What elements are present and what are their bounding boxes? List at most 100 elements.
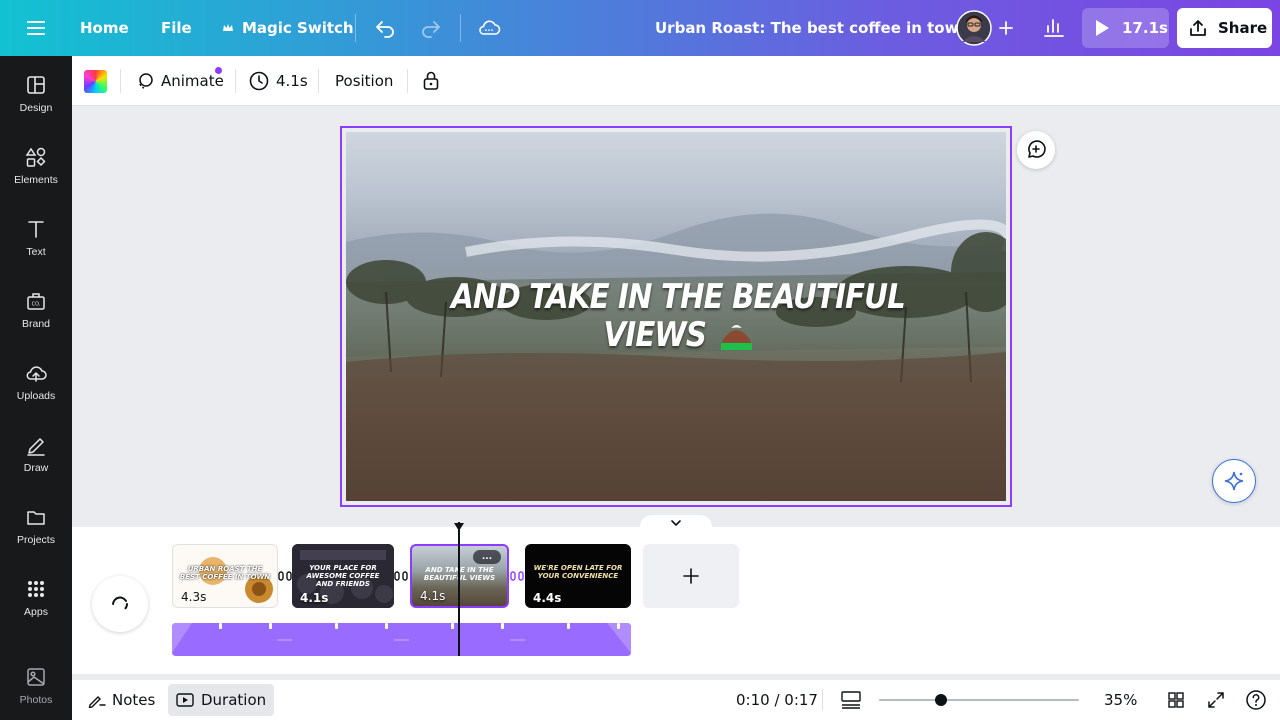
help-icon[interactable] bbox=[1245, 680, 1267, 720]
brand-icon: CO. bbox=[25, 288, 47, 314]
magic-switch-button[interactable]: Magic Switch bbox=[222, 0, 354, 56]
clip-duration: 4.3s bbox=[181, 590, 207, 604]
clip-duration: 4.1s bbox=[420, 589, 446, 603]
loading-spinner bbox=[92, 576, 148, 632]
fullscreen-icon[interactable] bbox=[1206, 680, 1226, 720]
clock-icon bbox=[248, 70, 270, 92]
sidebar-item-label: Elements bbox=[14, 174, 58, 186]
redo-icon[interactable] bbox=[419, 0, 443, 56]
share-label: Share bbox=[1218, 19, 1268, 37]
transition-icon[interactable] bbox=[278, 569, 292, 583]
share-button[interactable]: Share bbox=[1177, 8, 1272, 48]
timeline-clip-1[interactable]: URBAN ROAST THE BEST COFFEE IN TOWN 4.3s bbox=[172, 544, 278, 608]
timing-label: 4.1s bbox=[276, 72, 308, 90]
insights-chart-icon[interactable] bbox=[1040, 0, 1068, 56]
sidebar-item-elements[interactable]: Elements bbox=[0, 144, 72, 208]
page-view-icon[interactable] bbox=[840, 680, 862, 720]
sidebar-item-uploads[interactable]: Uploads bbox=[0, 360, 72, 424]
shapes-icon bbox=[25, 144, 47, 170]
notes-label: Notes bbox=[112, 691, 156, 709]
top-bar: Home File Magic Switch Urban Roast: The … bbox=[0, 0, 1280, 56]
more-dots-icon: ... bbox=[481, 552, 493, 562]
color-picker-button[interactable] bbox=[84, 56, 107, 106]
timeline-clip-2[interactable]: YOUR PLACE FOR AWESOME COFFEE AND FRIEND… bbox=[292, 544, 394, 608]
timeline-clip-4[interactable]: WE'RE OPEN LATE FOR YOUR CONVENIENCE 4.4… bbox=[525, 544, 631, 608]
play-box-icon bbox=[176, 692, 194, 708]
sidebar-item-photos[interactable]: Photos bbox=[0, 664, 72, 720]
sidebar-item-label: Uploads bbox=[16, 390, 56, 402]
play-preview-button[interactable]: 17.1s bbox=[1082, 8, 1169, 48]
sidebar-item-brand[interactable]: CO. Brand bbox=[0, 288, 72, 352]
left-sidebar: Design Elements Text CO. Brand Uploads D… bbox=[0, 56, 72, 720]
zoom-slider-thumb[interactable] bbox=[935, 694, 947, 706]
playhead-handle[interactable] bbox=[453, 522, 465, 534]
audio-track[interactable] bbox=[172, 623, 631, 656]
sidebar-item-label: Photos bbox=[19, 694, 53, 706]
share-upload-icon bbox=[1188, 18, 1208, 38]
sidebar-item-draw[interactable]: Draw bbox=[0, 432, 72, 496]
lock-icon[interactable] bbox=[421, 56, 441, 106]
playhead[interactable] bbox=[458, 522, 460, 656]
caption-line-2: VIEWS bbox=[603, 315, 707, 355]
avatar[interactable] bbox=[956, 0, 992, 56]
notes-pencil-icon bbox=[88, 692, 106, 708]
transition-icon-active[interactable] bbox=[510, 569, 524, 583]
sidebar-item-label: Design bbox=[19, 102, 53, 114]
add-collaborator-icon[interactable] bbox=[996, 0, 1016, 56]
clip-title: WE'RE OPEN LATE FOR YOUR CONVENIENCE bbox=[533, 564, 623, 580]
magic-switch-label: Magic Switch bbox=[242, 19, 354, 37]
sidebar-item-label: Projects bbox=[17, 534, 55, 546]
layout-icon bbox=[25, 72, 47, 98]
position-button[interactable]: Position bbox=[335, 56, 393, 106]
animate-label: Animate bbox=[161, 72, 224, 90]
comment-button[interactable] bbox=[1017, 131, 1055, 169]
zoom-slider[interactable] bbox=[879, 693, 1079, 707]
sidebar-item-apps[interactable]: Apps bbox=[0, 576, 72, 640]
sidebar-item-text[interactable]: Text bbox=[0, 216, 72, 280]
clip-duration: 4.4s bbox=[533, 591, 562, 605]
zoom-percent-button[interactable]: 35% bbox=[1104, 680, 1137, 720]
image-icon bbox=[25, 664, 47, 690]
magic-assistant-button[interactable] bbox=[1212, 459, 1256, 503]
sidebar-item-label: Brand bbox=[21, 318, 51, 330]
animate-button[interactable]: Animate bbox=[135, 56, 224, 106]
clip-duration: 4.1s bbox=[300, 591, 329, 605]
plus-icon bbox=[681, 566, 701, 586]
color-swatch-icon bbox=[84, 69, 107, 93]
file-menu-button[interactable]: File bbox=[161, 0, 192, 56]
cloud-saved-icon[interactable] bbox=[476, 0, 502, 56]
timing-button[interactable]: 4.1s bbox=[248, 56, 308, 106]
add-page-button[interactable] bbox=[643, 544, 739, 608]
clip-more-button[interactable]: ... bbox=[473, 550, 501, 564]
transition-icon[interactable] bbox=[394, 569, 408, 583]
play-duration: 17.1s bbox=[1122, 19, 1168, 37]
design-title[interactable]: Urban Roast: The best coffee in town bbox=[655, 0, 991, 56]
cloud-upload-icon bbox=[24, 360, 48, 386]
caption-text[interactable]: AND TAKE IN THE BEAUTIFUL VIEWS bbox=[389, 278, 967, 354]
collapse-timeline-button[interactable] bbox=[640, 515, 712, 531]
duration-button[interactable]: Duration bbox=[168, 684, 275, 716]
sidebar-item-projects[interactable]: Projects bbox=[0, 504, 72, 568]
design-title-text: Urban Roast: The best coffee in town bbox=[655, 19, 970, 37]
clip-title: YOUR PLACE FOR AWESOME COFFEE AND FRIEND… bbox=[306, 564, 380, 588]
selected-page-frame[interactable]: AND TAKE IN THE BEAUTIFUL VIEWS bbox=[340, 126, 1012, 507]
mountain-emoji-icon bbox=[720, 319, 753, 351]
svg-text:CO.: CO. bbox=[32, 302, 41, 308]
notes-button[interactable]: Notes bbox=[88, 680, 155, 720]
sparkle-icon bbox=[1223, 470, 1245, 492]
zoom-slider-track bbox=[879, 699, 1079, 701]
pen-icon bbox=[25, 432, 47, 458]
clip-title: URBAN ROAST THE BEST COFFEE IN TOWN bbox=[179, 565, 271, 581]
duration-label: Duration bbox=[201, 691, 267, 709]
grid-view-icon[interactable] bbox=[1166, 680, 1186, 720]
animate-icon bbox=[135, 71, 155, 91]
menu-icon[interactable] bbox=[22, 0, 50, 56]
sidebar-item-design[interactable]: Design bbox=[0, 72, 72, 136]
comment-plus-icon bbox=[1025, 139, 1047, 161]
sidebar-item-label: Draw bbox=[23, 462, 49, 474]
chevron-down-icon bbox=[670, 519, 682, 527]
play-icon bbox=[1094, 19, 1110, 37]
home-button[interactable]: Home bbox=[80, 0, 129, 56]
sidebar-item-label: Apps bbox=[24, 606, 48, 618]
undo-icon[interactable] bbox=[373, 0, 397, 56]
